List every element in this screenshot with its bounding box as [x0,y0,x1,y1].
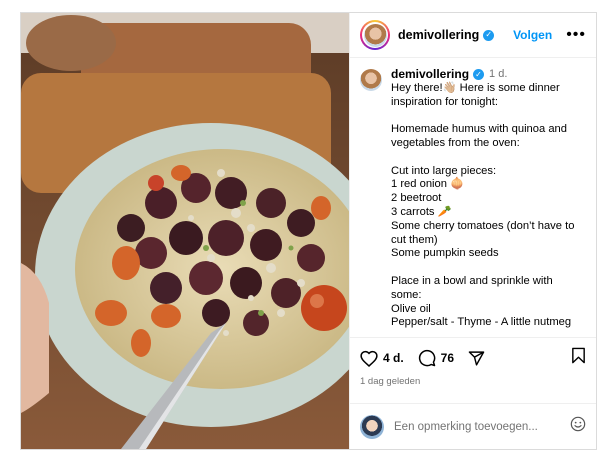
verified-icon: ✓ [483,29,495,41]
caption-line: cut them) [391,233,438,246]
username[interactable]: demivollering [398,28,479,42]
caption-line: 1 red onion 🧅 [391,178,465,191]
current-user-avatar [360,414,384,439]
food-bowl-photo [21,13,349,449]
post-header: demivollering ✓ Volgen ••• [350,13,596,58]
caption-line: Some pumpkin seeds [391,247,499,260]
avatar[interactable] [360,20,390,50]
post-sidebar: demivollering ✓ Volgen ••• demivollering… [349,13,596,449]
avatar-image [363,23,387,47]
caption-line [391,151,586,165]
caption-text: Hey there!👋🏼 Here is some dinner inspirat… [391,82,586,337]
caption-line: inspiration for tonight: [391,95,498,108]
caption-line: Hey there!👋🏼 Here is some dinner [391,81,560,94]
caption-line: Homemade humus with quinoa and [391,123,567,136]
heart-icon [360,350,378,367]
caption: demivollering ✓ 1 d. Hey there!👋🏼 Here i… [350,58,596,337]
caption-time[interactable]: 1 d. [489,68,507,82]
action-bar: 4 d. 76 1 dag geleden [350,337,596,403]
caption-line: Place in a bowl and sprinkle with some: [391,274,556,301]
caption-line: 2 beetroot [391,192,442,205]
save-button[interactable] [571,347,586,369]
post-date[interactable]: 1 dag geleden [360,376,586,387]
caption-line [391,330,586,337]
caption-line: Cut into large pieces: [391,164,497,177]
bookmark-icon [572,347,585,364]
instagram-post: demivollering ✓ Volgen ••• demivollering… [20,12,597,450]
share-button[interactable] [468,350,490,367]
caption-line: Olive oil [391,302,431,315]
comment-button[interactable]: 76 [418,349,454,367]
comment-input[interactable] [394,420,570,433]
caption-line: 3 carrots 🥕 [391,205,452,218]
comment-count: 76 [440,351,455,365]
comment-box [350,403,596,449]
caption-avatar[interactable] [360,69,382,91]
like-count: 4 d. [383,351,404,365]
like-button[interactable]: 4 d. [360,350,404,367]
caption-line: Some cherry tomatoes (don’t have to [391,219,575,232]
post-image[interactable] [21,13,349,449]
follow-button[interactable]: Volgen [513,28,552,42]
caption-line: vegetables from the oven: [391,136,520,149]
caption-username[interactable]: demivollering [391,67,469,82]
caption-line: Pepper/salt - Thyme - A little nutmeg [391,316,572,329]
share-icon [468,350,485,366]
caption-body: demivollering ✓ 1 d. Hey there!👋🏼 Here i… [391,67,586,337]
more-icon[interactable]: ••• [566,27,586,43]
emoji-icon [570,416,586,432]
caption-line [391,109,586,123]
emoji-button[interactable] [570,416,586,437]
verified-icon: ✓ [473,69,485,81]
comment-icon [418,349,436,367]
caption-line [391,261,586,275]
